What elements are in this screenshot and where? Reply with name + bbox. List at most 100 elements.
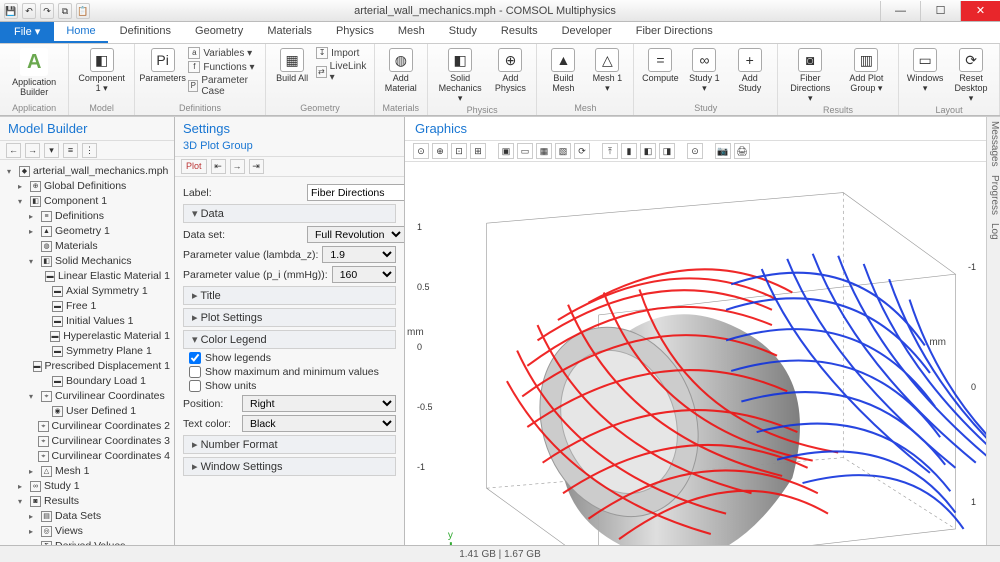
tree-node[interactable]: ▸△Mesh 1 [2, 464, 172, 479]
ribbon-button[interactable]: ▲Build Mesh [543, 46, 583, 95]
tree-node[interactable]: ▸⊕Global Definitions [2, 179, 172, 194]
label-input[interactable] [307, 184, 405, 201]
expand-icon[interactable]: ▾ [29, 389, 38, 404]
tree-node[interactable]: ◍Materials [2, 239, 172, 254]
tree-node[interactable]: ▬Boundary Load 1 [2, 374, 172, 389]
expand-icon[interactable]: ▾ [18, 194, 27, 209]
graphics-tool-icon[interactable]: ⊙ [413, 143, 429, 159]
show-units-checkbox[interactable] [189, 380, 201, 392]
param1-select[interactable]: 1.9 [322, 246, 396, 263]
ribbon-button[interactable]: △Mesh 1 ▾ [587, 46, 627, 95]
minimize-button[interactable]: — [880, 1, 920, 21]
ribbon-tab-fiber-directions[interactable]: Fiber Directions [624, 22, 725, 43]
ribbon-button[interactable]: ⊕Add Physics [490, 46, 530, 95]
show-maxmin-checkbox[interactable] [189, 366, 201, 378]
maximize-button[interactable]: ☐ [920, 1, 960, 21]
expand-icon[interactable]: ▾ [7, 164, 16, 179]
tree-node[interactable]: ▬Prescribed Displacement 1 [2, 359, 172, 374]
tree-node[interactable]: ⌖Curvilinear Coordinates 2 [2, 419, 172, 434]
qat-copy-icon[interactable]: ⧉ [58, 3, 72, 19]
expand-icon[interactable]: ▾ [29, 254, 38, 269]
ribbon-tab-study[interactable]: Study [437, 22, 489, 43]
graphics-tool-icon[interactable]: ▮ [621, 143, 637, 159]
ribbon-tab-materials[interactable]: Materials [255, 22, 324, 43]
log-tab[interactable]: Log [987, 223, 1000, 240]
model-tree[interactable]: ▾◆arterial_wall_mechanics.mph▸⊕Global De… [0, 160, 174, 545]
tree-node[interactable]: ▾◆arterial_wall_mechanics.mph [2, 164, 172, 179]
ribbon-button[interactable]: ▦Build All [272, 46, 312, 85]
section-number-format[interactable]: Number Format [183, 435, 396, 454]
ribbon-tab-developer[interactable]: Developer [550, 22, 624, 43]
ribbon-item[interactable]: ↧Import [316, 46, 359, 60]
section-window-settings[interactable]: Window Settings [183, 457, 396, 476]
ribbon-tab-geometry[interactable]: Geometry [183, 22, 255, 43]
progress-tab[interactable]: Progress [987, 175, 1000, 215]
ribbon-button[interactable]: +Add Study [728, 46, 771, 95]
mb-tool-icon[interactable]: ▾ [44, 143, 59, 158]
textcolor-select[interactable]: Black [242, 415, 396, 432]
ribbon-tab-results[interactable]: Results [489, 22, 550, 43]
tree-node[interactable]: ◉User Defined 1 [2, 404, 172, 419]
plot-button[interactable]: Plot [181, 159, 207, 174]
tree-node[interactable]: ▾◧Solid Mechanics [2, 254, 172, 269]
file-menu[interactable]: File ▾ [0, 22, 54, 43]
ribbon-tab-mesh[interactable]: Mesh [386, 22, 437, 43]
section-plot-settings[interactable]: Plot Settings [183, 308, 396, 327]
graphics-tool-icon[interactable]: ▧ [555, 143, 571, 159]
first-icon[interactable]: ⇤ [211, 159, 226, 174]
graphics-tool-icon[interactable]: ◨ [659, 143, 675, 159]
graphics-tool-icon[interactable]: 📷 [715, 143, 731, 159]
ribbon-button[interactable]: =Compute [640, 46, 680, 85]
section-data[interactable]: Data [183, 204, 396, 223]
ribbon-button[interactable]: PiParameters [141, 46, 184, 85]
mb-tool-icon[interactable]: → [25, 143, 40, 158]
tree-node[interactable]: ▸∞Study 1 [2, 479, 172, 494]
expand-icon[interactable]: ▸ [29, 224, 38, 239]
tree-node[interactable]: ▸▲Geometry 1 [2, 224, 172, 239]
next-icon[interactable]: → [230, 159, 245, 174]
ribbon-button[interactable]: ∞Study 1 ▾ [684, 46, 724, 95]
mb-tool-icon[interactable]: ⋮ [82, 143, 97, 158]
section-title[interactable]: Title [183, 286, 396, 305]
tree-node[interactable]: ▸▤Data Sets [2, 509, 172, 524]
expand-icon[interactable]: ▸ [18, 179, 27, 194]
tree-node[interactable]: ⌖Curvilinear Coordinates 4 [2, 449, 172, 464]
expand-icon[interactable]: ▸ [29, 209, 38, 224]
tree-node[interactable]: ▬Axial Symmetry 1 [2, 284, 172, 299]
graphics-tool-icon[interactable]: ⟳ [574, 143, 590, 159]
ribbon-item[interactable]: ⇄LiveLink ▾ [316, 60, 368, 84]
ribbon-button[interactable]: AApplication Builder [6, 46, 62, 99]
ribbon-item[interactable]: fFunctions ▾ [188, 60, 254, 74]
expand-icon[interactable]: ▸ [29, 464, 38, 479]
expand-icon[interactable]: ▾ [18, 494, 27, 509]
graphics-tool-icon[interactable]: 🖨 [734, 143, 750, 159]
ribbon-button[interactable]: ◧Component 1 ▾ [75, 46, 128, 95]
tree-node[interactable]: ▾◧Component 1 [2, 194, 172, 209]
graphics-tool-icon[interactable]: ▭ [517, 143, 533, 159]
qat-save-icon[interactable]: 💾 [4, 3, 18, 19]
mb-tool-icon[interactable]: ≡ [63, 143, 78, 158]
tree-node[interactable]: ▸≡Definitions [2, 209, 172, 224]
tree-node[interactable]: ⌖Curvilinear Coordinates 3 [2, 434, 172, 449]
tree-node[interactable]: ▾◙Results [2, 494, 172, 509]
position-select[interactable]: Right [242, 395, 396, 412]
graphics-tool-icon[interactable]: ⊡ [451, 143, 467, 159]
ribbon-button[interactable]: ▥Add Plot Group ▾ [841, 46, 893, 95]
ribbon-button[interactable]: ◍Add Material [381, 46, 421, 95]
graphics-tool-icon[interactable]: ◧ [640, 143, 656, 159]
tree-node[interactable]: ▬Linear Elastic Material 1 [2, 269, 172, 284]
graphics-tool-icon[interactable]: ⤒ [602, 143, 618, 159]
ribbon-tab-definitions[interactable]: Definitions [108, 22, 183, 43]
tree-node[interactable]: ▾⌖Curvilinear Coordinates [2, 389, 172, 404]
graphics-tool-icon[interactable]: ⊕ [432, 143, 448, 159]
ribbon-button[interactable]: ◧Solid Mechanics ▾ [434, 46, 487, 105]
param2-select[interactable]: 160 [332, 266, 396, 283]
expand-icon[interactable]: ▸ [29, 509, 38, 524]
graphics-canvas[interactable]: x y z 1 0.5 0 -0.5 -1 mm mm mm -1 0 1 -1… [405, 162, 986, 545]
tree-node[interactable]: ▬Initial Values 1 [2, 314, 172, 329]
qat-redo-icon[interactable]: ↷ [40, 3, 54, 19]
messages-tab[interactable]: Messages [987, 121, 1000, 167]
ribbon-button[interactable]: ▭Windows ▾ [905, 46, 945, 95]
graphics-tool-icon[interactable]: ⊞ [470, 143, 486, 159]
tree-node[interactable]: ▬Free 1 [2, 299, 172, 314]
